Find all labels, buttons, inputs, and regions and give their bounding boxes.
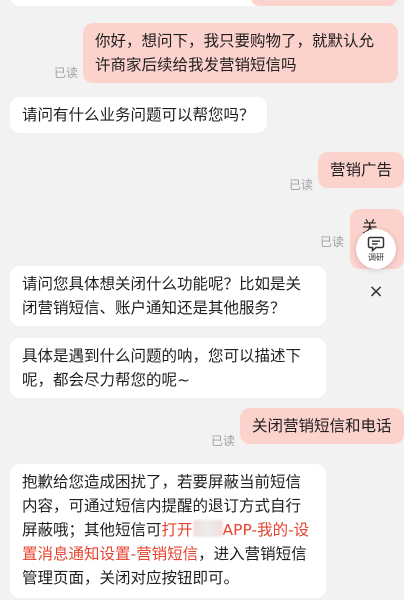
close-icon[interactable]: × (366, 282, 386, 302)
chat-history[interactable]: 你好，想问下，我只要购物了，就默认允许商家后续给我发营销短信吗 已读 请问有什么… (0, 0, 404, 600)
previous-outgoing-bubble-edge (250, 0, 398, 6)
incoming-message[interactable]: 抱歉给您造成困扰了，若要屏蔽当前短信内容，可通过短信内提醒的退订方式自行屏蔽哦；… (10, 464, 326, 598)
read-receipt: 已读 (289, 178, 314, 192)
link-prefix: 打开 (161, 521, 193, 539)
survey-button[interactable]: 调研 (356, 229, 396, 269)
outgoing-message[interactable]: 关闭营销短信和电话 (240, 408, 404, 444)
incoming-message[interactable]: 具体是遇到什么问题的呐，您可以描述下呢，都会尽力帮您的呢~ (10, 338, 326, 398)
read-receipt: 已读 (211, 434, 236, 448)
outgoing-message[interactable]: 你好，想问下，我只要购物了，就默认允许商家后续给我发营销短信吗 (83, 23, 398, 83)
survey-label: 调研 (368, 253, 384, 262)
outgoing-message[interactable]: 营销广告 (318, 152, 404, 188)
redacted-app-name (192, 520, 223, 537)
survey-chat-icon (367, 236, 385, 252)
incoming-message[interactable]: 请问您具体想关闭什么功能呢？比如是关闭营销短信、账户通知还是其他服务？ (10, 266, 326, 326)
read-receipt: 已读 (320, 235, 345, 249)
read-receipt: 已读 (54, 66, 79, 80)
incoming-message[interactable]: 请问有什么业务问题可以帮您吗？ (10, 97, 267, 133)
